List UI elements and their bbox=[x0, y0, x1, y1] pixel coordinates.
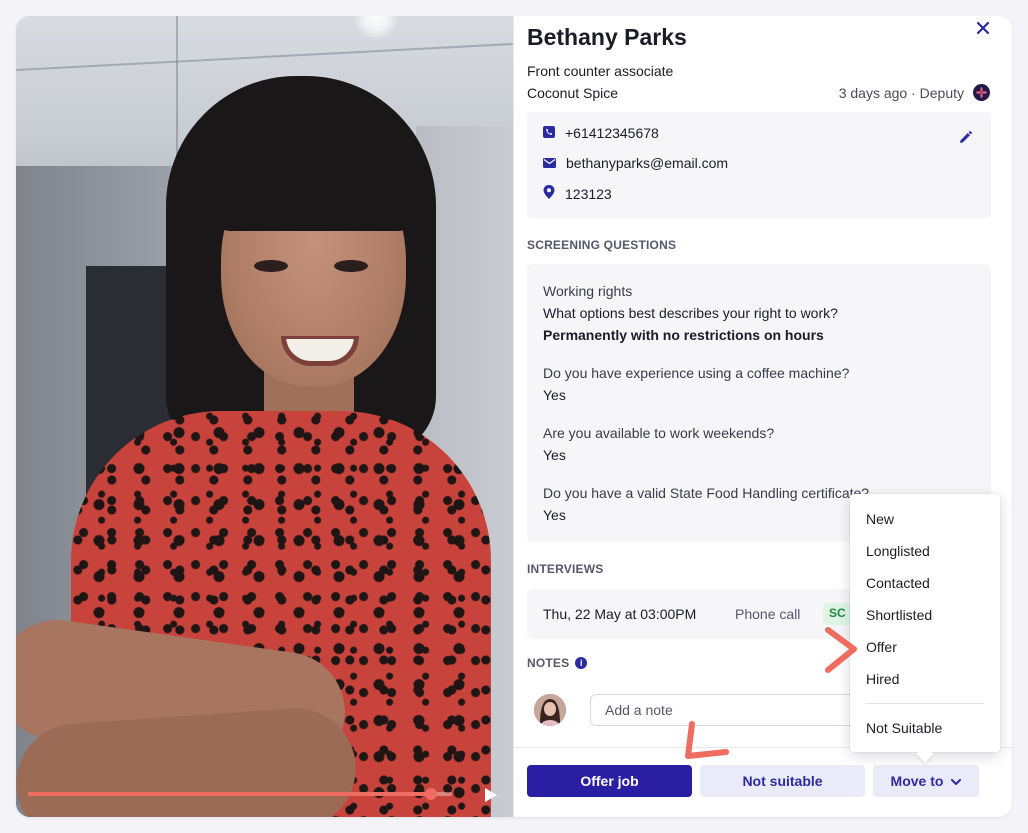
person-eye bbox=[254, 260, 288, 272]
screening-question: Are you available to work weekends? bbox=[543, 425, 775, 441]
video-progress-bar[interactable] bbox=[28, 788, 452, 800]
screening-category: Working rights bbox=[543, 283, 633, 299]
candidate-role: Front counter associate bbox=[527, 63, 674, 79]
postcode: 123123 bbox=[565, 185, 612, 202]
close-icon[interactable] bbox=[972, 18, 994, 40]
note-input[interactable] bbox=[590, 694, 880, 726]
application-source: 3 days ago · Deputy bbox=[838, 85, 964, 101]
move-to-label: Move to bbox=[890, 773, 944, 789]
move-to-button[interactable]: Move to bbox=[873, 765, 979, 797]
interview-datetime: Thu, 22 May at 03:00PM bbox=[543, 606, 697, 622]
menu-item-contacted[interactable]: Contacted bbox=[866, 575, 930, 591]
screening-question: Do you have a valid State Food Handling … bbox=[543, 485, 870, 501]
notes-heading: NOTES bbox=[527, 656, 570, 670]
contact-info: +61412345678 bethanyparks@email.com 1231… bbox=[527, 112, 991, 218]
menu-item-longlisted[interactable]: Longlisted bbox=[866, 543, 930, 559]
avatar bbox=[534, 694, 566, 726]
edit-icon[interactable] bbox=[957, 130, 973, 146]
interviews-heading: INTERVIEWS bbox=[527, 562, 604, 576]
screening-heading: SCREENING QUESTIONS bbox=[527, 238, 677, 252]
info-icon[interactable]: i bbox=[575, 657, 588, 669]
screening-answer: Yes bbox=[543, 387, 566, 403]
annotation-arrow bbox=[825, 627, 857, 673]
deputy-logo bbox=[973, 84, 990, 101]
screening-question: Do you have experience using a coffee ma… bbox=[543, 365, 850, 381]
notes-heading-row: NOTES i bbox=[527, 656, 588, 670]
screening-answer: Yes bbox=[543, 507, 566, 523]
contact-phone-row: +61412345678 bbox=[543, 125, 659, 141]
video-progress-handle[interactable] bbox=[424, 788, 437, 800]
annotation-mark bbox=[685, 721, 729, 759]
phone-icon bbox=[543, 125, 555, 141]
location-icon bbox=[543, 185, 555, 202]
contact-email-row: bethanyparks@email.com bbox=[543, 155, 728, 171]
contact-location-row: 123123 bbox=[543, 185, 612, 202]
video-progress-fill bbox=[28, 792, 431, 796]
candidate-name: Bethany Parks bbox=[527, 24, 687, 50]
chevron-down-icon bbox=[951, 773, 962, 789]
menu-item-not-suitable[interactable]: Not Suitable bbox=[866, 720, 942, 736]
interview-type: Phone call bbox=[735, 606, 801, 622]
not-suitable-button[interactable]: Not suitable bbox=[700, 765, 865, 797]
move-to-menu: New Longlisted Contacted Shortlisted Off… bbox=[850, 494, 1000, 763]
candidate-company: Coconut Spice bbox=[527, 85, 619, 101]
email-icon bbox=[543, 155, 556, 171]
interview-status-badge: SC bbox=[823, 603, 853, 625]
menu-item-new[interactable]: New bbox=[866, 511, 894, 527]
candidate-video[interactable] bbox=[16, 16, 513, 817]
person-eye bbox=[334, 260, 368, 272]
screening-answer: Yes bbox=[543, 447, 566, 463]
screening-answer: Permanently with no restrictions on hour… bbox=[543, 327, 824, 343]
menu-item-offer[interactable]: Offer bbox=[866, 639, 897, 655]
phone-number[interactable]: +61412345678 bbox=[565, 125, 659, 141]
email-address[interactable]: bethanyparks@email.com bbox=[566, 155, 728, 171]
offer-job-button[interactable]: Offer job bbox=[527, 765, 692, 797]
play-icon[interactable] bbox=[480, 785, 500, 805]
menu-item-hired[interactable]: Hired bbox=[866, 671, 899, 687]
screening-question: What options best describes your right t… bbox=[543, 305, 838, 321]
menu-item-shortlisted[interactable]: Shortlisted bbox=[866, 607, 932, 623]
menu-divider bbox=[866, 703, 984, 704]
